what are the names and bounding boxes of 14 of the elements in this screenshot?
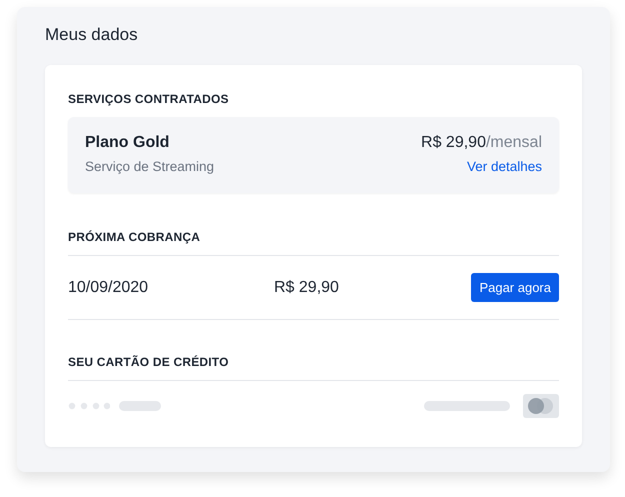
plan-price: R$ 29,90/mensal: [421, 134, 542, 152]
section-heading: SEU CARTÃO DE CRÉDITO: [68, 355, 230, 369]
charge-date: 10/09/2020: [68, 278, 150, 296]
plan-name: Plano Gold: [85, 134, 170, 152]
section-heading: SERVIÇOS CONTRATADOS: [68, 92, 230, 106]
pay-button[interactable]: Pagar agora: [471, 273, 559, 302]
placeholder-bar: [119, 401, 161, 411]
plan-description: Serviço de Streaming: [85, 159, 214, 174]
panel-title: Meus dados: [45, 25, 139, 45]
details-link[interactable]: Ver detalhes: [466, 159, 542, 174]
masked-number-icon: [68, 402, 110, 410]
section-heading: PRÓXIMA COBRANÇA: [68, 230, 202, 244]
charge-amount: R$ 29,90: [274, 278, 340, 296]
card-brand-icon: [523, 394, 559, 418]
